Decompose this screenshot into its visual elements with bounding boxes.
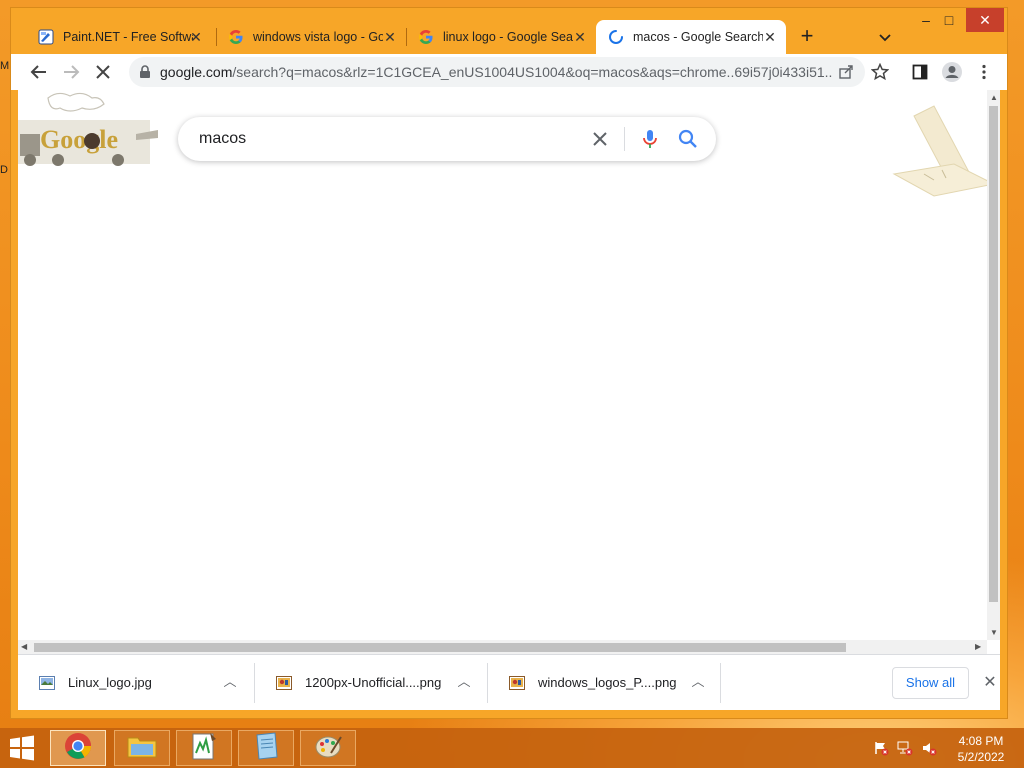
browser-window: Paint.NET - Free Software ✕ windows vist… — [11, 8, 1007, 718]
close-tab-icon[interactable]: ✕ — [188, 29, 204, 45]
paintnet-icon — [38, 29, 54, 45]
clock-time[interactable]: 4:08 PM — [946, 734, 1016, 748]
clear-search-icon[interactable] — [588, 127, 612, 151]
google-doodle-logo[interactable]: Google — [18, 90, 158, 170]
loading-spinner-icon — [608, 29, 624, 45]
minimize-button[interactable]: – — [914, 8, 938, 32]
png-file-icon — [276, 675, 292, 691]
notepadpp-icon — [190, 731, 218, 766]
page-viewport: Google macos — [18, 90, 1000, 654]
new-tab-button[interactable]: + — [795, 25, 819, 49]
close-tab-icon[interactable]: ✕ — [762, 29, 778, 45]
tab-macos[interactable]: macos - Google Search ✕ — [596, 20, 786, 54]
browser-toolbar: google.com/search?q=macos&rlz=1C1GCEA_en… — [11, 54, 1007, 90]
chevron-up-icon[interactable]: ︿ — [222, 674, 238, 690]
chevron-up-icon[interactable]: ︿ — [690, 674, 706, 690]
close-window-button[interactable]: ✕ — [966, 8, 1004, 32]
download-separator — [720, 663, 721, 703]
taskbar: 4:08 PM 5/2/2022 — [0, 728, 1024, 768]
search-input[interactable]: macos — [199, 130, 246, 148]
address-bar[interactable]: google.com/search?q=macos&rlz=1C1GCEA_en… — [129, 57, 865, 87]
back-arrow-icon[interactable] — [27, 60, 51, 84]
microphone-icon[interactable] — [638, 127, 662, 151]
profile-avatar-icon[interactable] — [940, 60, 964, 84]
menu-kebab-icon[interactable] — [972, 60, 996, 84]
download-filename: windows_logos_P....png — [538, 675, 677, 690]
download-item[interactable]: windows_logos_P....png ︿ — [488, 655, 720, 710]
download-filename: 1200px-Unofficial....png — [305, 675, 442, 690]
side-panel-icon[interactable] — [908, 60, 932, 84]
url-host: google.com — [160, 64, 233, 80]
tab-label: macos - Google Search — [633, 30, 763, 44]
horizontal-scroll-thumb[interactable] — [34, 643, 846, 652]
url-path: /search?q=macos&rlz=1C1GCEA_enUS1004US10… — [232, 64, 832, 80]
notepad-icon — [252, 731, 280, 766]
download-filename: Linux_logo.jpg — [68, 675, 152, 690]
address-url: google.com/search?q=macos&rlz=1C1GCEA_en… — [160, 64, 832, 80]
tab-label: Paint.NET - Free Software — [63, 30, 193, 44]
google-g-icon — [228, 29, 244, 45]
search-magnifier-icon[interactable] — [676, 127, 700, 151]
taskbar-notepad-button[interactable] — [238, 730, 294, 766]
taskbar-paint-button[interactable] — [300, 730, 356, 766]
close-tab-icon[interactable]: ✕ — [572, 29, 588, 45]
tab-strip: Paint.NET - Free Software ✕ windows vist… — [11, 8, 1007, 54]
tab-linux-logo[interactable]: linux logo - Google Search ✕ — [406, 20, 596, 54]
png-file-icon — [509, 675, 525, 691]
bookmark-star-icon[interactable] — [868, 60, 892, 84]
scroll-down-arrow-icon[interactable]: ▼ — [990, 628, 998, 638]
lock-icon[interactable] — [139, 65, 151, 84]
clock-date[interactable]: 5/2/2022 — [946, 750, 1016, 764]
download-shelf: Linux_logo.jpg ︿ 1200px-Unofficial....pn… — [18, 654, 1000, 710]
show-all-downloads-button[interactable]: Show all — [892, 667, 969, 699]
chevron-up-icon[interactable]: ︿ — [456, 674, 472, 690]
network-icon[interactable] — [896, 740, 914, 758]
search-box[interactable]: macos — [178, 117, 716, 161]
system-tray — [872, 740, 942, 758]
volume-muted-icon[interactable] — [920, 740, 938, 758]
close-tab-icon[interactable]: ✕ — [382, 29, 398, 45]
desktop-icon-label-fragment: D — [0, 164, 8, 176]
action-center-flag-icon[interactable] — [872, 740, 890, 758]
scroll-left-arrow-icon[interactable]: ◀ — [21, 642, 27, 652]
windows-start-icon[interactable] — [6, 733, 38, 763]
taskbar-notepadpp-button[interactable] — [176, 730, 232, 766]
desktop-icon-label-fragment: M — [0, 60, 10, 72]
tab-label: linux logo - Google Search — [443, 30, 573, 44]
scroll-right-arrow-icon[interactable]: ▶ — [975, 642, 981, 652]
share-icon[interactable] — [838, 64, 854, 85]
scroll-up-arrow-icon[interactable]: ▲ — [990, 93, 998, 103]
paint-palette-icon — [313, 731, 343, 766]
taskbar-chrome-button[interactable] — [50, 730, 106, 766]
vertical-scroll-thumb[interactable] — [989, 106, 998, 602]
download-item[interactable]: Linux_logo.jpg ︿ — [18, 655, 254, 710]
search-divider — [624, 127, 625, 151]
horizontal-scrollbar[interactable]: ◀ ▶ — [18, 640, 987, 654]
download-item[interactable]: 1200px-Unofficial....png ︿ — [255, 655, 487, 710]
taskbar-file-explorer-button[interactable] — [114, 730, 170, 766]
tab-windows-vista-logo[interactable]: windows vista logo - Google Search ✕ — [216, 20, 406, 54]
tab-paintnet[interactable]: Paint.NET - Free Software ✕ — [26, 20, 212, 54]
chrome-icon — [63, 731, 93, 766]
tab-label: windows vista logo - Google Search — [253, 30, 383, 44]
forward-arrow-icon[interactable] — [59, 60, 83, 84]
folder-icon — [127, 733, 157, 764]
close-shelf-icon[interactable]: ✕ — [980, 673, 1000, 693]
maximize-button[interactable]: □ — [937, 8, 961, 32]
image-file-icon — [39, 675, 55, 691]
doodle-logo-text: Google — [40, 125, 118, 154]
google-g-icon — [418, 29, 434, 45]
tab-search-chevron-icon[interactable] — [875, 27, 895, 47]
vertical-scrollbar[interactable]: ▲ ▼ — [987, 90, 1000, 640]
stop-loading-icon[interactable] — [91, 60, 115, 84]
doodle-corner-illustration — [884, 104, 996, 204]
